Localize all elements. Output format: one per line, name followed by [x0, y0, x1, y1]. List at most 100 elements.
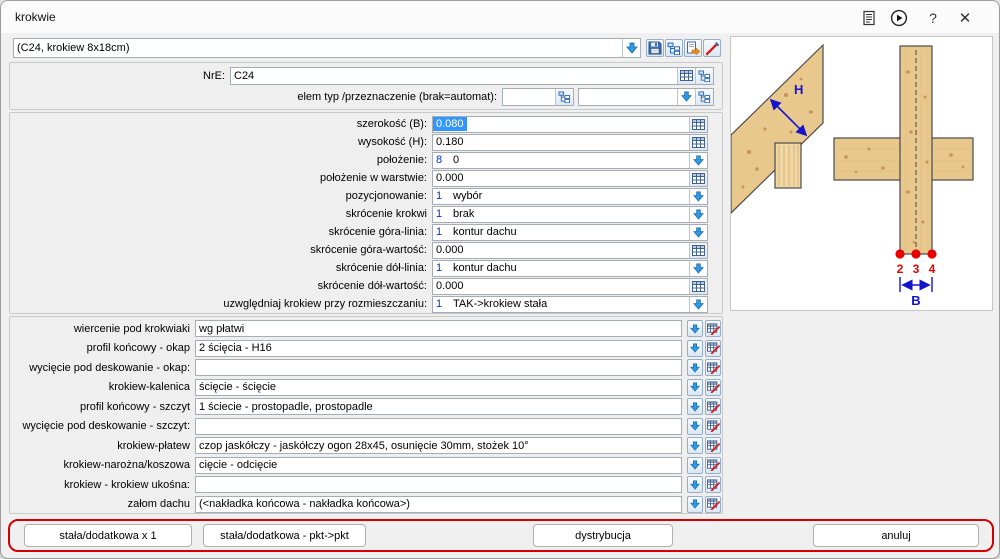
narozna-input[interactable]: cięcie - odcięcie	[195, 457, 682, 474]
edit-table-icon[interactable]	[705, 418, 721, 435]
skrocenie-krokwi-combobox[interactable]: 1 brak	[432, 206, 708, 223]
polozenie-combobox[interactable]: 8 0	[432, 152, 708, 169]
preview-panel: H	[730, 36, 993, 311]
run-icon[interactable]	[889, 8, 909, 28]
param-row-gora-wartosc: skrócenie góra-wartość: 0.000	[10, 241, 722, 259]
calculator-icon[interactable]	[689, 171, 707, 186]
stala-dodatkowa-pkt-pkt-button[interactable]: stała/dodatkowa - pkt->pkt	[203, 524, 366, 547]
calculator-icon[interactable]	[677, 68, 695, 84]
dropdown-arrow-icon[interactable]	[687, 340, 703, 357]
tree-select-icon[interactable]	[695, 89, 713, 105]
export-icon[interactable]	[684, 39, 702, 57]
catalog-tree-icon[interactable]	[665, 39, 683, 57]
gora-wartosc-input[interactable]: 0.000	[432, 242, 708, 259]
param-row-pozycjonowanie: pozycjonowanie: 1 wybór	[10, 187, 722, 205]
dropdown-arrow-icon[interactable]	[687, 379, 703, 396]
uwzgledniaj-combobox[interactable]: 1 TAK->krokiew stała	[432, 296, 708, 313]
detail-label: profil końcowy - szczyt	[12, 401, 195, 413]
save-icon[interactable]	[646, 39, 664, 57]
dropdown-arrow-icon[interactable]	[689, 207, 707, 222]
tree-select-icon[interactable]	[695, 68, 713, 84]
tree-select-icon[interactable]	[555, 89, 573, 105]
titlebar: krokwie ? ✕	[1, 1, 999, 33]
edit-table-icon[interactable]	[705, 496, 721, 513]
help-button[interactable]: ?	[923, 8, 943, 28]
stala-dodatkowa-x1-button[interactable]: stała/dodatkowa x 1	[24, 524, 192, 547]
wyciecie-szczyt-input[interactable]	[195, 418, 682, 435]
dropdown-arrow-icon[interactable]	[687, 496, 703, 513]
profil-okap-input[interactable]: 2 ścięcia - H16	[195, 340, 682, 357]
param-row-szerokosc: szerokość (B): 0.080	[10, 115, 722, 133]
zalom-input[interactable]: (<nakładka końcowa - nakładka końcowa>)	[195, 496, 682, 513]
edit-table-icon[interactable]	[705, 437, 721, 454]
detail-label: wiercenie pod krokwiaki	[12, 323, 195, 335]
dropdown-arrow-icon[interactable]	[622, 39, 640, 57]
preset-value: (C24, krokiew 8x18cm)	[14, 42, 622, 54]
edit-table-icon[interactable]	[705, 379, 721, 396]
elem-typ-label: elem typ /przeznaczenie (brak=automat):	[12, 91, 502, 103]
dropdown-arrow-icon[interactable]	[687, 359, 703, 376]
red-pencil-icon[interactable]	[703, 39, 721, 57]
platew-input[interactable]: czop jaskółczy - jaskółczy ogon 28x45, o…	[195, 437, 682, 454]
profil-szczyt-input[interactable]: 1 ściecie - prostopadle, prostopadle	[195, 398, 682, 415]
przeznaczenie-input[interactable]	[578, 88, 714, 106]
edit-table-icon[interactable]	[705, 320, 721, 337]
reference-points: 2 3 4	[895, 249, 936, 276]
edit-table-icon[interactable]	[705, 398, 721, 415]
wyciecie-okap-input[interactable]	[195, 359, 682, 376]
width-input[interactable]: 0.080	[432, 116, 708, 133]
nre-input[interactable]: C24	[230, 67, 714, 85]
svg-text:3: 3	[913, 262, 920, 276]
dropdown-arrow-icon[interactable]	[689, 261, 707, 276]
dropdown-arrow-icon[interactable]	[687, 437, 703, 454]
param-row-polozenie: położenie: 8 0	[10, 151, 722, 169]
dystrybucja-button[interactable]: dystrybucja	[533, 524, 673, 547]
dropdown-arrow-icon[interactable]	[677, 89, 695, 105]
elem-typ-input[interactable]	[502, 88, 574, 106]
anuluj-button[interactable]: anuluj	[813, 524, 979, 547]
calculator-icon[interactable]	[689, 279, 707, 294]
wiercenie-input[interactable]: wg płatwi	[195, 320, 682, 337]
param-label: położenie:	[12, 154, 432, 166]
dropdown-arrow-icon[interactable]	[689, 225, 707, 240]
dropdown-arrow-icon[interactable]	[687, 418, 703, 435]
param-row-uwzgledniaj: uzwględniaj krokiew przy rozmieszczaniu:…	[10, 295, 722, 313]
preset-combobox[interactable]: (C24, krokiew 8x18cm)	[13, 38, 641, 58]
notes-icon[interactable]	[859, 8, 879, 28]
ukosna-input[interactable]	[195, 476, 682, 493]
param-label: skrócenie góra-wartość:	[12, 244, 432, 256]
dropdown-arrow-icon[interactable]	[689, 153, 707, 168]
calculator-icon[interactable]	[689, 117, 707, 132]
calculator-icon[interactable]	[689, 135, 707, 150]
close-button[interactable]: ✕	[955, 8, 975, 28]
pozycjonowanie-combobox[interactable]: 1 wybór	[432, 188, 708, 205]
param-row-polozenie-w-warstwie: położenie w warstwie: 0.000	[10, 169, 722, 187]
detail-row-platew: krokiew-płatew czop jaskółczy - jaskółcz…	[10, 436, 722, 456]
detail-label: krokiew-narożna/koszowa	[12, 459, 195, 471]
dropdown-arrow-icon[interactable]	[687, 398, 703, 415]
gora-linia-combobox[interactable]: 1 kontur dachu	[432, 224, 708, 241]
dol-wartosc-input[interactable]: 0.000	[432, 278, 708, 295]
detail-row-wyciecie-okap: wycięcie pod deskowanie - okap:	[10, 358, 722, 378]
svg-text:2: 2	[897, 262, 904, 276]
edit-table-icon[interactable]	[705, 359, 721, 376]
edit-table-icon[interactable]	[705, 457, 721, 474]
detail-label: wycięcie pod deskowanie - okap:	[12, 362, 195, 374]
edit-table-icon[interactable]	[705, 340, 721, 357]
dropdown-arrow-icon[interactable]	[687, 476, 703, 493]
edit-table-icon[interactable]	[705, 476, 721, 493]
dropdown-arrow-icon[interactable]	[689, 297, 707, 312]
dropdown-arrow-icon[interactable]	[687, 320, 703, 337]
layer-position-input[interactable]: 0.000	[432, 170, 708, 187]
dropdown-arrow-icon[interactable]	[687, 457, 703, 474]
kalenica-input[interactable]: ścięcie - ścięcie	[195, 379, 682, 396]
param-row-dol-wartosc: skrócenie dół-wartość: 0.000	[10, 277, 722, 295]
height-input[interactable]: 0.180	[432, 134, 708, 151]
calculator-icon[interactable]	[689, 243, 707, 258]
timber-block	[775, 143, 801, 188]
joinery-group: wiercenie pod krokwiaki wg płatwi profil…	[9, 316, 723, 514]
dropdown-arrow-icon[interactable]	[689, 189, 707, 204]
param-label: skrócenie krokwi	[12, 208, 432, 220]
dol-linia-combobox[interactable]: 1 kontur dachu	[432, 260, 708, 277]
detail-row-profil-szczyt: profil końcowy - szczyt 1 ściecie - pros…	[10, 397, 722, 417]
